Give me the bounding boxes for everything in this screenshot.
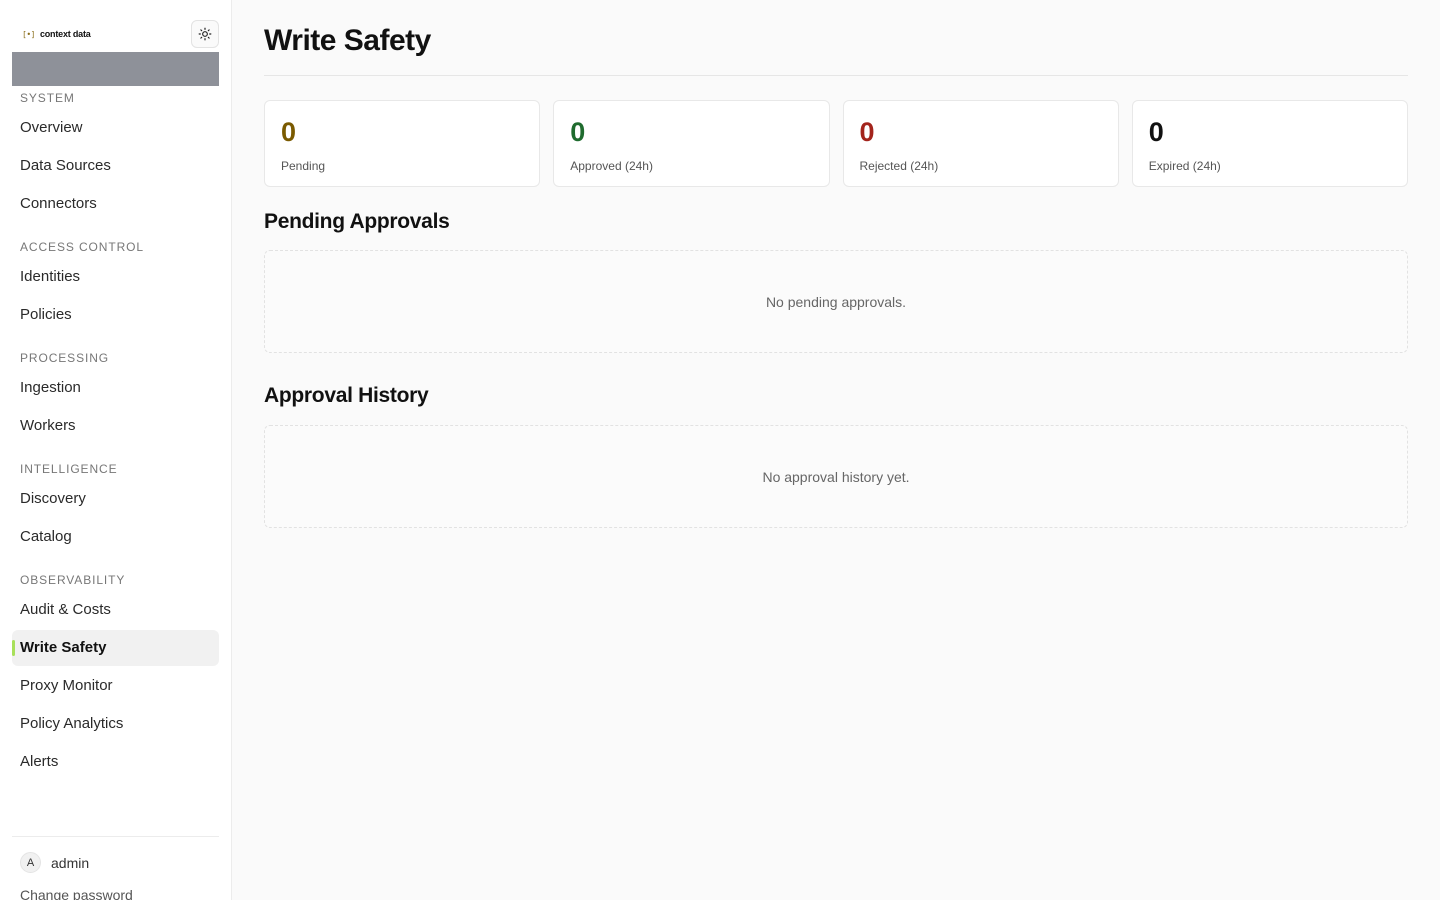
sidebar-item-data-sources[interactable]: Data Sources <box>12 148 219 184</box>
sidebar-item-policies[interactable]: Policies <box>12 297 219 333</box>
stat-card-expired: 0 Expired (24h) <box>1131 100 1408 187</box>
username: admin <box>51 854 90 871</box>
pending-approvals-empty: No pending approvals. <box>264 250 1408 353</box>
pending-approvals-title: Pending Approvals <box>264 210 450 233</box>
stat-card-approved: 0 Approved (24h) <box>553 100 830 187</box>
stat-label-approved: Approved (24h) <box>570 159 653 173</box>
stat-label-pending: Pending <box>281 159 326 173</box>
sidebar: [•] context data SYSTEM Overview Data So… <box>0 0 232 900</box>
sidebar-nav: SYSTEM Overview Data Sources Connectors … <box>12 88 219 780</box>
sidebar-item-catalog[interactable]: Catalog <box>12 519 219 555</box>
user-menu[interactable]: A admin <box>20 852 89 873</box>
approval-history-title: Approval History <box>264 384 429 407</box>
stat-card-pending: 0 Pending <box>264 100 541 187</box>
sidebar-item-workers[interactable]: Workers <box>12 408 219 444</box>
brand-logo[interactable]: [•] context data <box>12 29 91 39</box>
sidebar-item-audit-costs[interactable]: Audit & Costs <box>12 592 219 628</box>
stat-value-approved: 0 <box>570 117 586 147</box>
page-title: Write Safety <box>264 24 431 57</box>
sidebar-item-write-safety[interactable]: Write Safety <box>12 630 219 666</box>
nav-section-observability: OBSERVABILITY <box>20 573 126 587</box>
sidebar-item-connectors[interactable]: Connectors <box>12 186 219 222</box>
stat-value-expired: 0 <box>1148 117 1164 147</box>
stat-label-rejected: Rejected (24h) <box>859 159 939 173</box>
sidebar-item-proxy-monitor[interactable]: Proxy Monitor <box>12 668 219 704</box>
nav-section-system: SYSTEM <box>20 91 75 105</box>
sidebar-item-discovery[interactable]: Discovery <box>12 481 219 517</box>
nav-section-access-control: ACCESS CONTROL <box>20 240 144 254</box>
title-divider <box>264 75 1408 76</box>
approval-history-empty: No approval history yet. <box>264 425 1408 528</box>
nav-section-intelligence: INTELLIGENCE <box>20 462 118 476</box>
avatar: A <box>20 852 41 873</box>
stats-row: 0 Pending 0 Approved (24h) 0 Rejected (2… <box>264 100 1408 187</box>
history-empty-text: No approval history yet. <box>762 468 910 485</box>
sidebar-item-overview[interactable]: Overview <box>12 110 219 146</box>
brand-row: [•] context data <box>12 20 219 48</box>
sidebar-item-identities[interactable]: Identities <box>12 259 219 295</box>
brand-name: context data <box>39 29 91 39</box>
user-divider <box>12 836 219 837</box>
sidebar-item-ingestion[interactable]: Ingestion <box>12 370 219 406</box>
sidebar-banner <box>12 52 219 86</box>
sidebar-item-policy-analytics[interactable]: Policy Analytics <box>12 706 219 742</box>
brand-mark-icon: [•] <box>22 29 35 39</box>
sidebar-item-alerts[interactable]: Alerts <box>12 744 219 780</box>
stat-value-pending: 0 <box>281 117 297 147</box>
sun-icon <box>198 27 212 41</box>
stat-label-expired: Expired (24h) <box>1148 159 1221 173</box>
pending-empty-text: No pending approvals. <box>765 293 907 310</box>
theme-toggle-button[interactable] <box>191 20 219 48</box>
stat-value-rejected: 0 <box>859 117 875 147</box>
nav-section-processing: PROCESSING <box>20 351 110 365</box>
change-password-link[interactable]: Change password <box>20 887 133 900</box>
stat-card-rejected: 0 Rejected (24h) <box>842 100 1119 187</box>
